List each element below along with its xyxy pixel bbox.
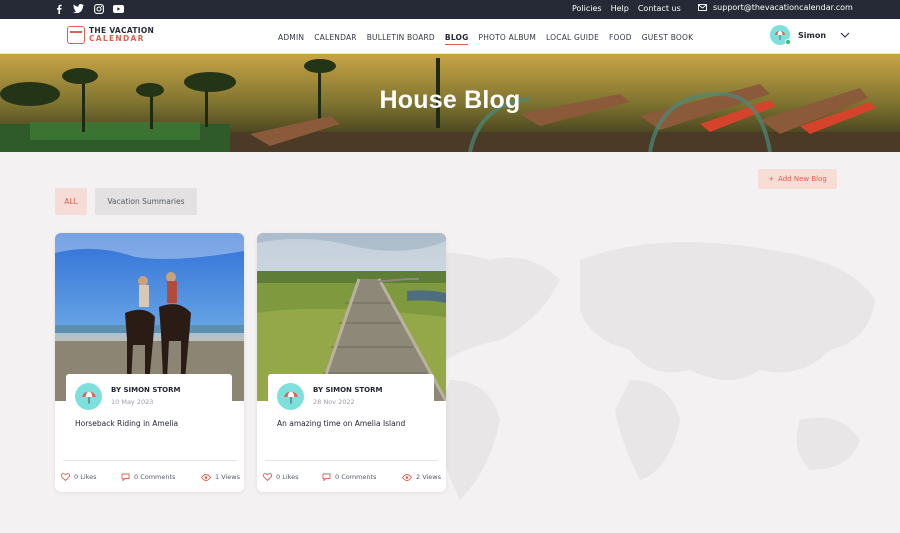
nav-item-blog[interactable]: BLOG — [444, 33, 469, 45]
views-count: 2 Views — [416, 473, 442, 481]
post-title[interactable]: An amazing time on Amelia Island — [277, 419, 405, 428]
blog-card[interactable]: BY SIMON STORM 28 Nov 2022 An amazing ti… — [257, 233, 446, 492]
views-count: 1 Views — [215, 473, 241, 481]
heart-icon — [61, 473, 70, 481]
post-date: 10 May 2023 — [111, 398, 154, 406]
post-title[interactable]: Horseback Riding in Amelia — [75, 419, 178, 428]
add-new-blog-label: Add New Blog — [778, 175, 827, 183]
eye-icon — [402, 473, 412, 481]
instagram-icon[interactable] — [93, 3, 104, 14]
contact-link[interactable]: Contact us — [638, 4, 681, 13]
avatar — [277, 383, 304, 410]
avatar — [75, 383, 102, 410]
add-new-blog-button[interactable]: + Add New Blog — [758, 169, 837, 189]
author-name: BY SIMON STORM — [313, 386, 383, 394]
author-box: BY SIMON STORM 28 Nov 2022 — [268, 374, 434, 414]
mail-icon — [698, 4, 707, 11]
umbrella-icon — [283, 391, 298, 404]
nav-item-admin[interactable]: ADMIN — [278, 33, 304, 45]
author-name: BY SIMON STORM — [111, 386, 181, 394]
nav-item-guest-book[interactable]: GUEST BOOK — [642, 33, 694, 45]
top-links: Policies Help Contact us — [572, 4, 681, 13]
likes-count: 0 Likes — [276, 473, 299, 481]
help-link[interactable]: Help — [611, 4, 629, 13]
social-links — [53, 3, 124, 14]
likes-count: 0 Likes — [74, 473, 97, 481]
nav-item-photo-album[interactable]: PHOTO ALBUM — [478, 33, 536, 45]
like-button[interactable]: 0 Likes — [61, 473, 97, 481]
nav-item-local-guide[interactable]: LOCAL GUIDE — [546, 33, 599, 45]
heart-icon — [263, 473, 272, 481]
support-email-text: support@thevacationcalendar.com — [713, 3, 853, 12]
support-email[interactable]: support@thevacationcalendar.com — [698, 3, 853, 12]
site-logo[interactable]: THE VACATION CALENDAR — [67, 26, 154, 44]
nav-item-food[interactable]: FOOD — [609, 33, 632, 45]
twitter-icon[interactable] — [73, 3, 84, 14]
avatar — [770, 25, 791, 45]
filter-vacation-summaries-button[interactable]: Vacation Summaries — [95, 188, 197, 215]
logo-text: THE VACATION CALENDAR — [89, 27, 154, 43]
comment-icon — [322, 473, 331, 481]
facebook-icon[interactable] — [53, 3, 64, 14]
like-button[interactable]: 0 Likes — [263, 473, 299, 481]
main-navbar: THE VACATION CALENDAR ADMIN CALENDAR BUL… — [0, 19, 900, 54]
divider — [63, 460, 236, 461]
post-date: 28 Nov 2022 — [313, 398, 355, 406]
comments-count: 0 Comments — [134, 473, 176, 481]
user-menu[interactable]: Simon — [770, 25, 850, 45]
youtube-icon[interactable] — [113, 3, 124, 14]
comment-icon — [121, 473, 130, 481]
blog-card[interactable]: BY SIMON STORM 10 May 2023 Horseback Rid… — [55, 233, 244, 492]
comments-button[interactable]: 0 Comments — [322, 473, 376, 481]
top-bar: Policies Help Contact us support@thevaca… — [0, 0, 900, 19]
eye-icon — [201, 473, 211, 481]
hero-banner: House Blog — [0, 54, 900, 152]
nav-item-bulletin-board[interactable]: BULLETIN BOARD — [367, 33, 435, 45]
comments-button[interactable]: 0 Comments — [121, 473, 175, 481]
calendar-logo-icon — [67, 26, 85, 44]
online-status-dot — [785, 39, 791, 45]
author-box: BY SIMON STORM 10 May 2023 — [66, 374, 232, 414]
nav-item-calendar[interactable]: CALENDAR — [314, 33, 356, 45]
plus-icon: + — [768, 175, 775, 183]
comments-count: 0 Comments — [335, 473, 377, 481]
umbrella-icon — [81, 391, 96, 404]
divider — [265, 460, 438, 461]
page-title: House Blog — [379, 86, 521, 114]
views-indicator: 1 Views — [201, 473, 240, 481]
views-indicator: 2 Views — [402, 473, 441, 481]
logo-line-2: CALENDAR — [89, 34, 145, 43]
policies-link[interactable]: Policies — [572, 4, 602, 13]
main-menu: ADMIN CALENDAR BULLETIN BOARD BLOG PHOTO… — [278, 33, 693, 45]
chevron-down-icon[interactable] — [840, 32, 850, 38]
umbrella-icon — [775, 31, 785, 40]
user-name: Simon — [798, 30, 827, 40]
filter-all-button[interactable]: ALL — [55, 188, 87, 215]
